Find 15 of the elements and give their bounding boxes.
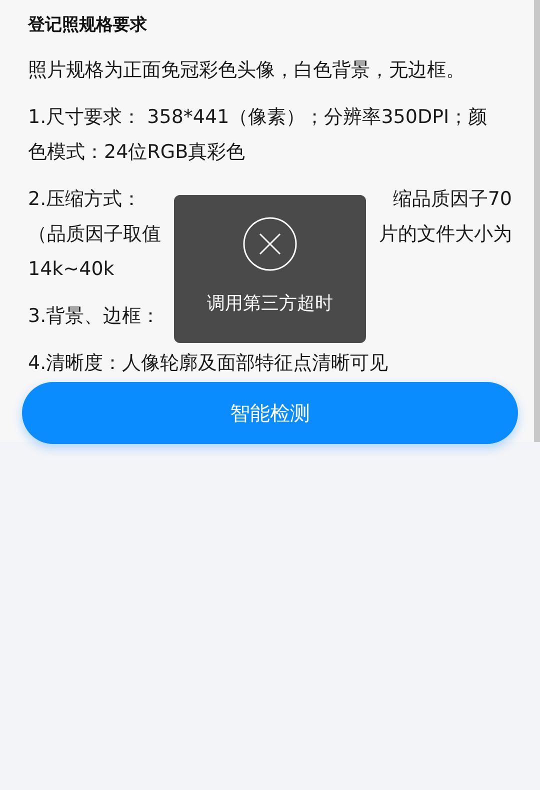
requirement-text: 4.清晰度：人像轮廓及面部特征点清晰可见 bbox=[28, 350, 388, 376]
section-title: 登记照规格要求 bbox=[28, 14, 147, 37]
requirement-text: 3.背景、边框： bbox=[28, 304, 160, 328]
requirement-text: 14k~40k bbox=[28, 256, 114, 282]
requirement-text: 照片规格为正面免冠彩色头像，白色背景，无边框。 bbox=[28, 58, 465, 82]
requirement-text: 1.尺寸要求： 358*441（像素）；分辨率350DPI；颜 bbox=[28, 104, 488, 130]
requirement-text: 片的文件大小为 bbox=[379, 222, 512, 246]
detect-button[interactable]: 智能检测 bbox=[22, 382, 518, 444]
scrollbar[interactable] bbox=[534, 0, 540, 442]
requirement-text: （品质因子取值 bbox=[28, 222, 161, 246]
requirement-text: 缩品质因子70 bbox=[392, 186, 512, 212]
close-icon bbox=[243, 217, 297, 271]
requirement-text: 色模式：24位RGB真彩色 bbox=[28, 140, 246, 164]
requirement-text: 2.压缩方式： bbox=[28, 186, 142, 212]
toast-message: 调用第三方超时 bbox=[207, 292, 333, 316]
